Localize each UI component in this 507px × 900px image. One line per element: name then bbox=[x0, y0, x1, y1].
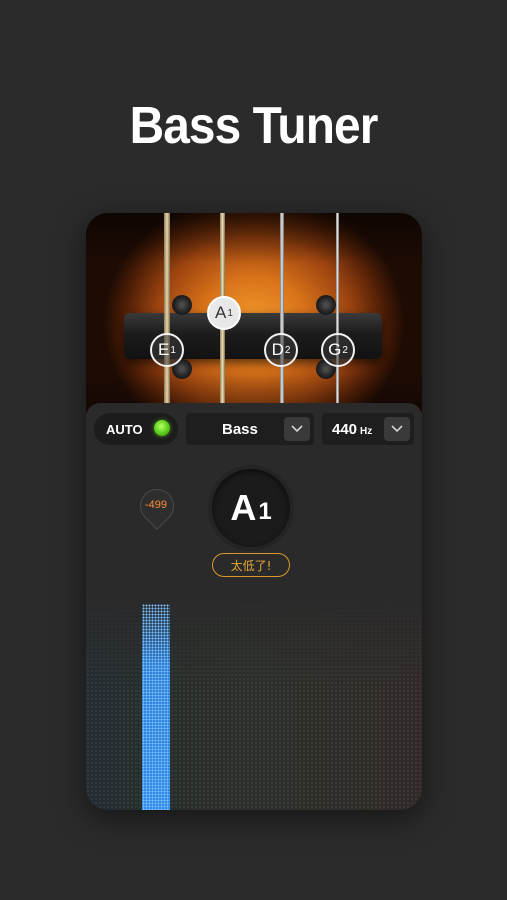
pitch-meter bbox=[86, 593, 422, 810]
cents-value: -499 bbox=[144, 499, 168, 511]
auto-toggle[interactable]: AUTO bbox=[94, 413, 178, 445]
meter-fade bbox=[86, 593, 422, 810]
pickup-screw bbox=[316, 295, 336, 315]
string-note: D bbox=[271, 340, 284, 359]
control-bar: AUTO Bass 440 Hz bbox=[94, 413, 414, 445]
reference-pitch-value: 440 Hz bbox=[332, 421, 372, 438]
string-octave: 1 bbox=[227, 307, 233, 319]
string-octave: 1 bbox=[170, 344, 176, 356]
instrument-select[interactable]: Bass bbox=[186, 413, 314, 445]
string-button-g[interactable]: G2 bbox=[321, 333, 355, 367]
auto-led-icon bbox=[154, 420, 170, 436]
string-e bbox=[164, 213, 170, 413]
string-note: E bbox=[158, 340, 170, 359]
headline: Bass Tuner bbox=[129, 97, 379, 155]
detected-note: A1 bbox=[212, 469, 290, 547]
string-octave: 2 bbox=[284, 344, 291, 356]
tuner-panel: AUTO Bass 440 Hz -499 A 1 太低了! bbox=[86, 403, 422, 810]
string-button-a[interactable]: A1 bbox=[207, 296, 241, 330]
chevron-down-icon[interactable] bbox=[284, 417, 310, 441]
auto-label: AUTO bbox=[106, 422, 143, 437]
meter-level-bar bbox=[142, 603, 170, 810]
pickup-screw bbox=[172, 295, 192, 315]
detected-note-letter: A bbox=[230, 487, 257, 528]
detected-note-octave: 1 bbox=[258, 498, 272, 525]
tuning-status-badge: 太低了! bbox=[212, 553, 290, 577]
chevron-down-icon[interactable] bbox=[384, 417, 410, 441]
string-g bbox=[336, 213, 339, 413]
string-d bbox=[280, 213, 284, 413]
string-note: A bbox=[215, 303, 227, 322]
reference-pitch-select[interactable]: 440 Hz bbox=[322, 413, 414, 445]
tuner-screen: E1 A1 D2 G2 AUTO Bass 440 Hz -499 A 1 太低… bbox=[86, 213, 422, 810]
instrument-value: Bass bbox=[222, 421, 258, 438]
reference-number: 440 bbox=[332, 421, 358, 438]
app-screenshot: Bass Tuner E1 A1 D2 G2 AUTO Bass 440 Hz … bbox=[0, 0, 507, 900]
string-button-d[interactable]: D2 bbox=[264, 333, 298, 367]
string-button-e[interactable]: E1 bbox=[150, 333, 184, 367]
bass-fretboard: E1 A1 D2 G2 bbox=[86, 213, 422, 413]
reference-unit: Hz bbox=[360, 426, 373, 437]
string-octave: 2 bbox=[342, 344, 348, 356]
string-note: G bbox=[328, 340, 342, 359]
